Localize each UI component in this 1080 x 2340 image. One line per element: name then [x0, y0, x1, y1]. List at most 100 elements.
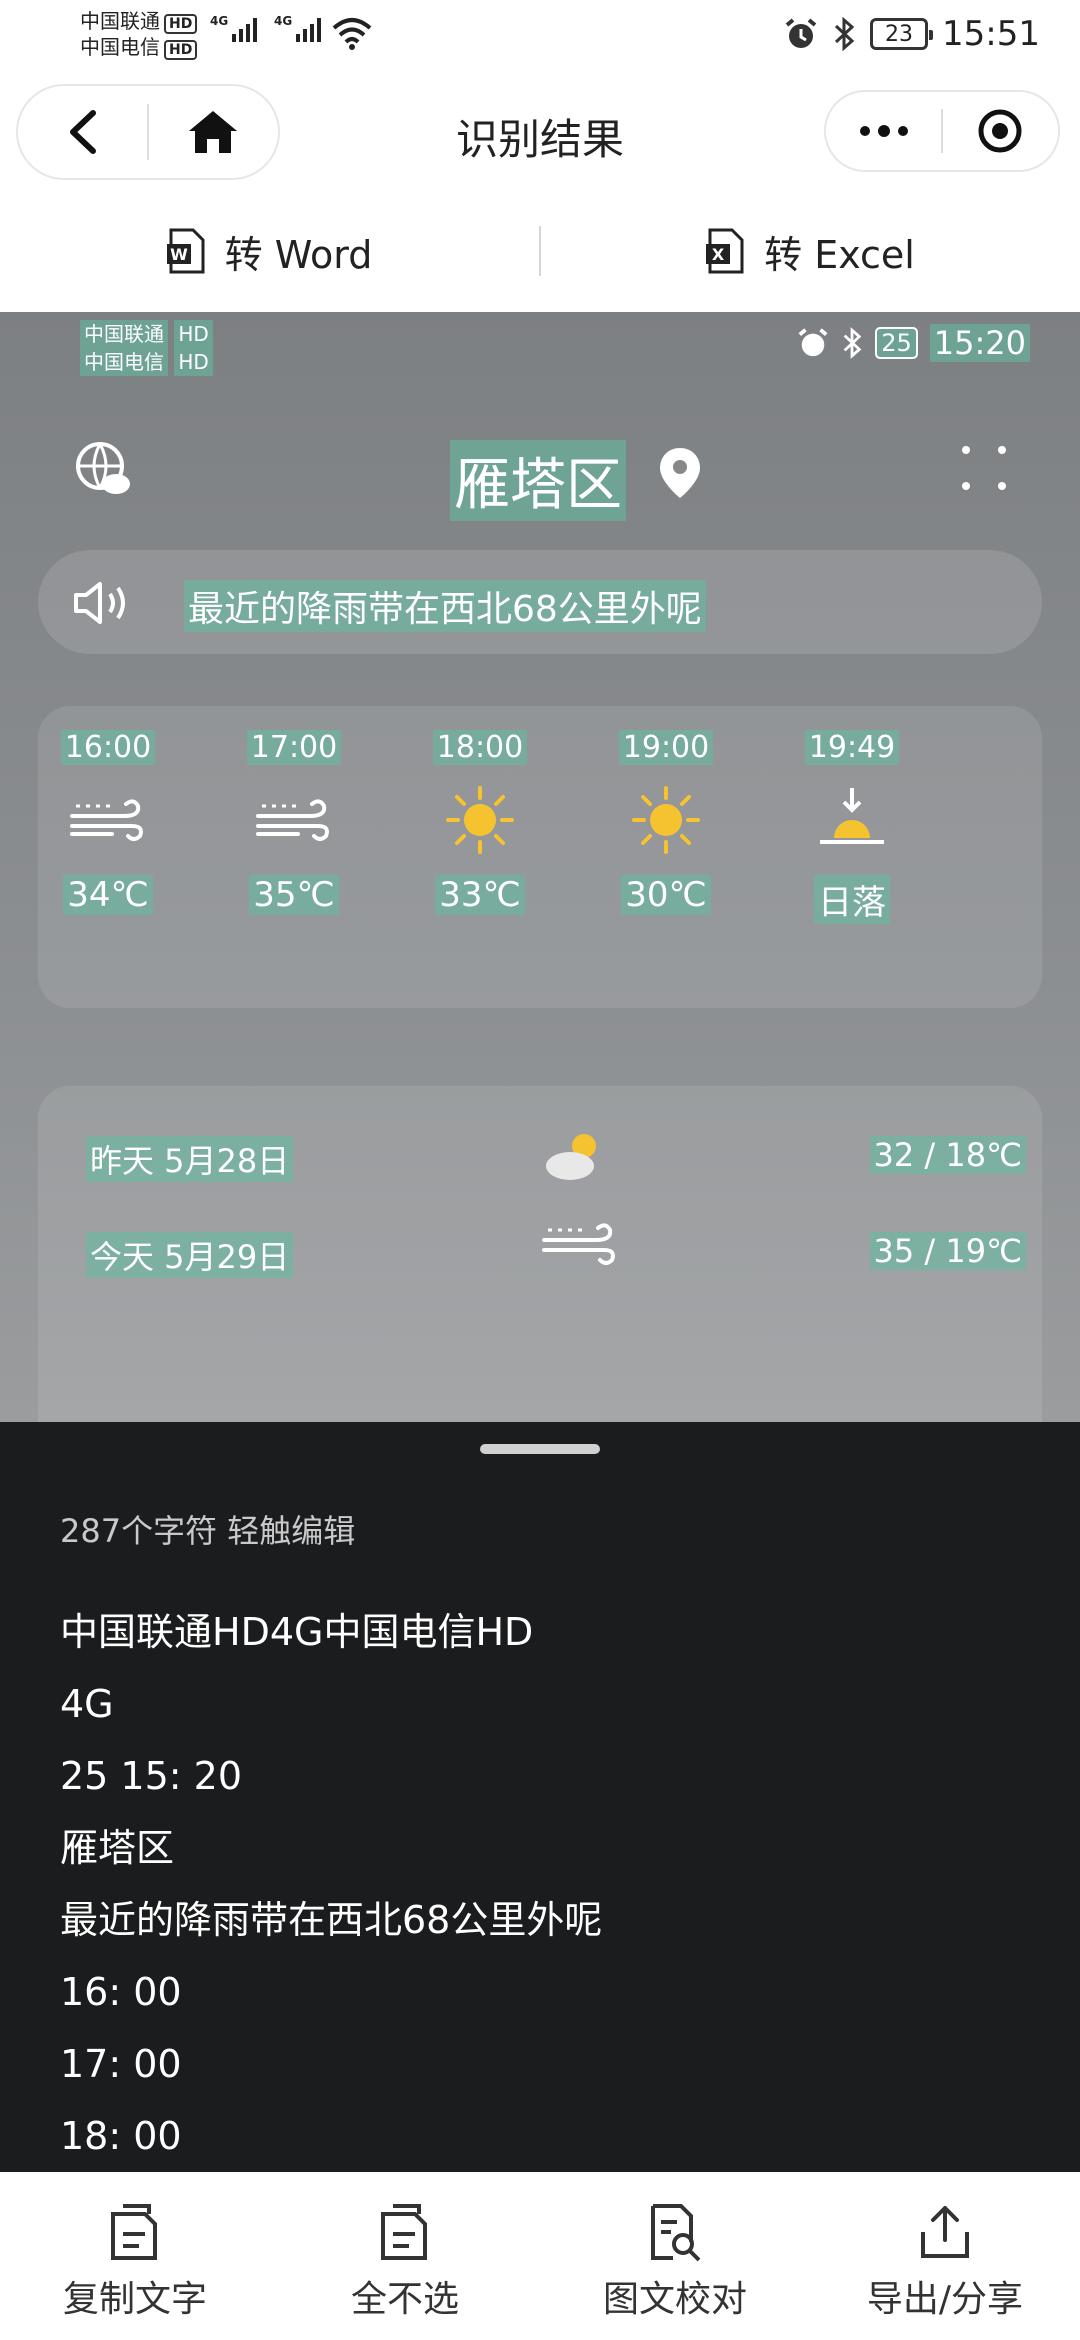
signal-icon-1: 4G: [210, 14, 257, 42]
daily-row: 今天 5月29日 35 / 19℃: [86, 1222, 1026, 1282]
hourly-time: 19:49: [804, 730, 900, 765]
signal-icon-2: 4G: [274, 14, 321, 42]
hourly-item: 18:00 33℃: [420, 730, 540, 915]
hd-badge-1: HD: [164, 14, 198, 34]
net-type-1: 4G: [210, 14, 229, 28]
preview-bluetooth-icon: [843, 327, 862, 359]
sheet-drag-handle[interactable]: [480, 1444, 600, 1454]
hourly-time: 18:00: [432, 730, 528, 765]
text-line[interactable]: 16: 00: [60, 1956, 602, 2028]
preview-carrier-1: 中国联通: [80, 320, 168, 348]
bluetooth-icon: [834, 17, 855, 51]
hourly-item: 19:49 日落: [792, 730, 912, 924]
sun-icon: [446, 786, 514, 854]
to-excel-button[interactable]: X 转 Excel: [541, 224, 1080, 279]
globe-cloud-icon: [76, 442, 130, 494]
daily-row: 昨天 5月28日 32 / 18℃: [86, 1126, 1026, 1186]
word-doc-icon: W: [166, 228, 205, 274]
copy-icon: [111, 2204, 157, 2260]
rain-alert-bar: 最近的降雨带在西北68公里外呢: [38, 550, 1042, 654]
copy-text-button[interactable]: 复制文字: [0, 2172, 270, 2340]
carrier-1: 中国联通: [80, 9, 160, 33]
svg-text:X: X: [712, 245, 725, 264]
excel-doc-icon: X: [706, 228, 744, 274]
nav-bar: 识别结果: [0, 80, 1080, 190]
clock: 15:51: [942, 14, 1040, 54]
recognized-text-sheet[interactable]: 287个字符 轻触编辑 中国联通HD4G中国电信HD 4G 25 15: 20 …: [0, 1422, 1080, 2172]
battery-indicator: 23: [870, 18, 934, 50]
hourly-temp: 33℃: [435, 875, 525, 915]
text-line[interactable]: 25 15: 20: [60, 1740, 602, 1812]
deselect-all-label: 全不选: [350, 2279, 459, 2320]
grid-dots-icon: [962, 446, 1006, 490]
alarm-icon: [785, 18, 817, 48]
status-bar: 中国联通 HD 中国电信 HD 4G 4G 23 15:51: [0, 0, 1080, 80]
text-line[interactable]: 雁塔区: [60, 1812, 602, 1884]
hourly-temp: 35℃: [249, 875, 339, 915]
text-line[interactable]: 中国联通HD4G中国电信HD: [60, 1596, 602, 1668]
preview-hd-2: HD: [174, 348, 213, 376]
to-word-label: 转 Word: [224, 232, 373, 277]
net-type-2: 4G: [274, 14, 293, 28]
text-line[interactable]: 18: 00: [60, 2100, 602, 2172]
proofread-button[interactable]: 图文校对: [540, 2172, 810, 2340]
carrier-info: 中国联通 HD 中国电信 HD: [80, 8, 198, 60]
rain-alert-text: 最近的降雨带在西北68公里外呢: [184, 580, 706, 632]
daily-temp-range: 35 / 19℃: [869, 1232, 1026, 1270]
to-word-button[interactable]: W 转 Word: [0, 224, 539, 279]
preview-carrier-2: 中国电信: [80, 348, 168, 376]
hourly-time: 19:00: [618, 730, 714, 765]
close-miniapp-button[interactable]: [943, 90, 1058, 172]
sun-icon: [632, 786, 700, 854]
text-line[interactable]: 最近的降雨带在西北68公里外呢: [60, 1884, 602, 1956]
svg-text:W: W: [170, 245, 188, 264]
bottom-action-bar: 复制文字 全不选 图文校对 导出/分享: [0, 2172, 1080, 2340]
location-pin-icon: [660, 448, 700, 498]
wifi-icon: [332, 18, 372, 50]
hourly-temp: 30℃: [621, 875, 711, 915]
daily-forecast-card: 昨天 5月28日 32 / 18℃ 今天 5月29日 35 / 19℃: [38, 1086, 1042, 1422]
export-share-button[interactable]: 导出/分享: [810, 2172, 1080, 2340]
carrier-2: 中国电信: [80, 35, 160, 59]
hd-badge-2: HD: [164, 40, 198, 60]
hourly-item: 17:00 35℃: [234, 730, 354, 915]
partly-cloudy-icon: [546, 1134, 596, 1180]
preview-city: 雁塔区: [450, 440, 626, 521]
copy-text-label: 复制文字: [62, 2279, 207, 2320]
hourly-item: 16:00 34℃: [48, 730, 168, 915]
wind-icon: [542, 1223, 615, 1265]
preview-hd-1: HD: [174, 320, 213, 348]
hourly-time: 17:00: [246, 730, 342, 765]
hourly-temp: 34℃: [63, 875, 153, 915]
convert-toolbar: W 转 Word X 转 Excel: [0, 190, 1080, 312]
deselect-all-button[interactable]: 全不选: [270, 2172, 540, 2340]
more-dots-icon: [859, 125, 908, 137]
share-icon: [921, 2206, 969, 2258]
hourly-item: 19:00 30℃: [606, 730, 726, 915]
text-line[interactable]: 17: 00: [60, 2028, 602, 2100]
recognized-image-preview[interactable]: 中国联通 HD 中国电信 HD 25 15:20 雁塔区 最近的降雨带在西北68…: [0, 312, 1080, 1422]
preview-alarm-icon: [798, 328, 828, 357]
nav-right-capsule: [824, 90, 1060, 172]
hourly-forecast-card: 16:00 34℃ 17:00 35℃ 18:00 33℃ 19:00 30℃ …: [38, 706, 1042, 1008]
preview-time: 15:20: [929, 324, 1030, 362]
wind-icon: [70, 799, 143, 841]
copy-icon: [381, 2204, 427, 2260]
daily-date: 昨天 5月28日: [86, 1136, 294, 1182]
target-icon: [978, 109, 1022, 153]
doc-search-icon: [651, 2204, 701, 2262]
hourly-time: 16:00: [60, 730, 156, 765]
preview-battery: 25: [875, 327, 918, 359]
daily-date: 今天 5月29日: [86, 1232, 294, 1278]
daily-temp-range: 32 / 18℃: [869, 1136, 1026, 1174]
char-count[interactable]: 287个字符 轻触编辑: [60, 1506, 355, 1552]
text-line[interactable]: 4G: [60, 1668, 602, 1740]
sunset-icon: [820, 788, 884, 844]
recognized-text-body[interactable]: 中国联通HD4G中国电信HD 4G 25 15: 20 雁塔区 最近的降雨带在西…: [60, 1596, 602, 2172]
proofread-label: 图文校对: [602, 2279, 747, 2320]
more-button[interactable]: [826, 90, 941, 172]
preview-carrier: 中国联通 HD 中国电信 HD: [80, 320, 213, 376]
speaker-icon: [74, 582, 125, 624]
wind-icon: [256, 799, 329, 841]
hourly-temp: 日落: [814, 875, 890, 924]
